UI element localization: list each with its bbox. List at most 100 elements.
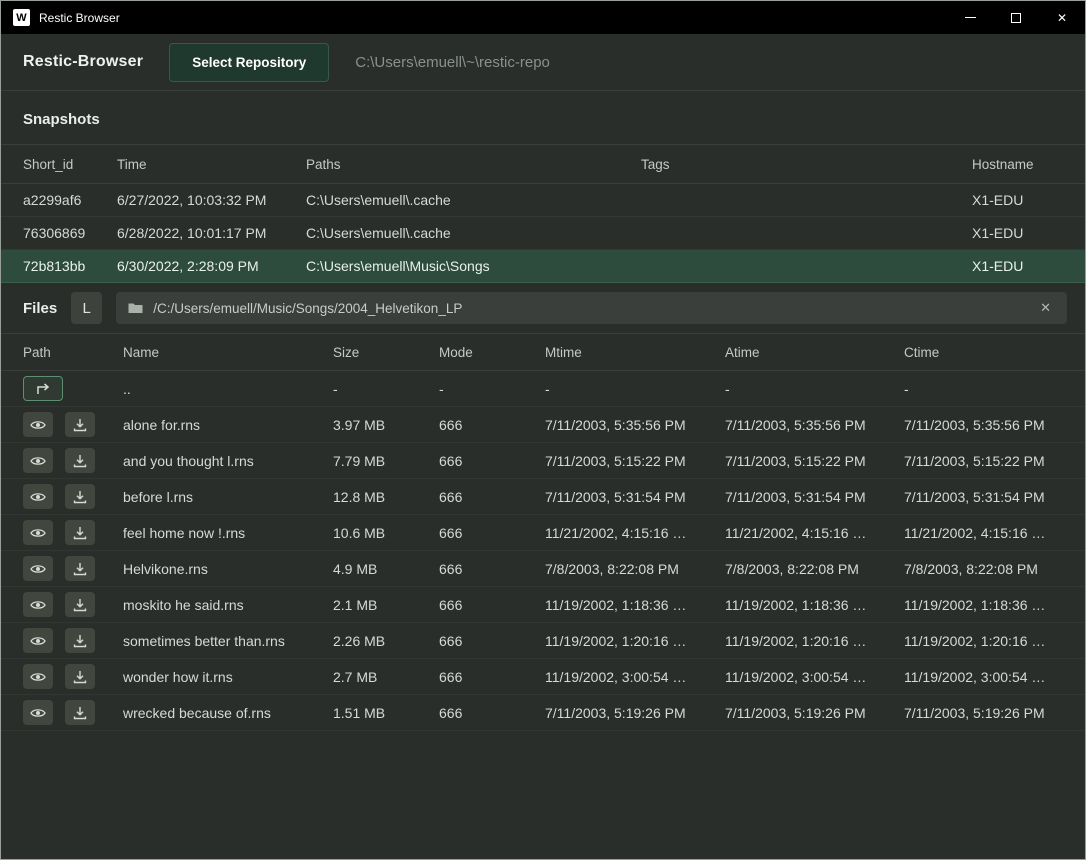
download-icon bbox=[73, 562, 87, 576]
snapshot-hostname: X1-EDU bbox=[972, 225, 1063, 241]
download-button[interactable] bbox=[65, 628, 95, 653]
column-path: Path bbox=[23, 345, 123, 360]
file-size: - bbox=[333, 381, 439, 397]
file-mtime: 11/19/2002, 1:20:16 … bbox=[545, 633, 725, 649]
eye-icon bbox=[30, 455, 46, 467]
minimize-button[interactable] bbox=[947, 1, 993, 34]
file-row[interactable]: and you thought l.rns 7.79 MB 666 7/11/2… bbox=[1, 443, 1085, 479]
preview-button[interactable] bbox=[23, 592, 53, 617]
file-row[interactable]: wonder how it.rns 2.7 MB 666 11/19/2002,… bbox=[1, 659, 1085, 695]
file-name: sometimes better than.rns bbox=[123, 633, 333, 649]
file-name: moskito he said.rns bbox=[123, 597, 333, 613]
files-bar: Files L /C:/Users/emuell/Music/Songs/200… bbox=[1, 283, 1085, 333]
preview-button[interactable] bbox=[23, 556, 53, 581]
file-atime: 11/19/2002, 1:20:16 … bbox=[725, 633, 904, 649]
file-size: 3.97 MB bbox=[333, 417, 439, 433]
download-icon bbox=[73, 706, 87, 720]
file-size: 2.7 MB bbox=[333, 669, 439, 685]
download-button[interactable] bbox=[65, 412, 95, 437]
file-name: wonder how it.rns bbox=[123, 669, 333, 685]
download-button[interactable] bbox=[65, 520, 95, 545]
file-atime: 7/11/2003, 5:35:56 PM bbox=[725, 417, 904, 433]
snapshot-short-id: a2299af6 bbox=[23, 192, 117, 208]
file-ctime: 11/19/2002, 3:00:54 … bbox=[904, 669, 1063, 685]
download-button[interactable] bbox=[65, 700, 95, 725]
maximize-icon bbox=[1011, 13, 1021, 23]
window-controls: ✕ bbox=[947, 1, 1085, 34]
file-ctime: 7/8/2003, 8:22:08 PM bbox=[904, 561, 1063, 577]
download-button[interactable] bbox=[65, 592, 95, 617]
preview-button[interactable] bbox=[23, 448, 53, 473]
file-mtime: 7/11/2003, 5:15:22 PM bbox=[545, 453, 725, 469]
snapshot-row[interactable]: 72b813bb 6/30/2022, 2:28:09 PM C:\Users\… bbox=[1, 250, 1085, 283]
download-button[interactable] bbox=[65, 448, 95, 473]
file-atime: 7/11/2003, 5:19:26 PM bbox=[725, 705, 904, 721]
app-window: W Restic Browser ✕ Restic-Browser Select… bbox=[0, 0, 1086, 860]
header: Restic-Browser Select Repository C:\User… bbox=[1, 34, 1085, 91]
files-header-row: Path Name Size Mode Mtime Atime Ctime bbox=[1, 333, 1085, 371]
file-row[interactable]: Helvikone.rns 4.9 MB 666 7/8/2003, 8:22:… bbox=[1, 551, 1085, 587]
tree-toggle-button[interactable]: L bbox=[71, 292, 102, 324]
preview-button[interactable] bbox=[23, 700, 53, 725]
file-row[interactable]: before l.rns 12.8 MB 666 7/11/2003, 5:31… bbox=[1, 479, 1085, 515]
select-repository-button[interactable]: Select Repository bbox=[169, 43, 329, 82]
file-name: .. bbox=[123, 381, 333, 397]
column-size: Size bbox=[333, 345, 439, 360]
download-button[interactable] bbox=[65, 664, 95, 689]
file-ctime: - bbox=[904, 381, 1063, 397]
preview-button[interactable] bbox=[23, 484, 53, 509]
app-title: Restic-Browser bbox=[23, 53, 143, 71]
snapshot-row[interactable]: a2299af6 6/27/2022, 10:03:32 PM C:\Users… bbox=[1, 184, 1085, 217]
preview-button[interactable] bbox=[23, 664, 53, 689]
column-short-id: Short_id bbox=[23, 157, 117, 172]
snapshot-paths: C:\Users\emuell\.cache bbox=[306, 192, 641, 208]
snapshots-header-row: Short_id Time Paths Tags Hostname bbox=[1, 144, 1085, 184]
file-mode: 666 bbox=[439, 417, 545, 433]
download-button[interactable] bbox=[65, 484, 95, 509]
file-mode: 666 bbox=[439, 489, 545, 505]
file-size: 2.1 MB bbox=[333, 597, 439, 613]
file-row[interactable]: wrecked because of.rns 1.51 MB 666 7/11/… bbox=[1, 695, 1085, 731]
preview-button[interactable] bbox=[23, 520, 53, 545]
preview-button[interactable] bbox=[23, 412, 53, 437]
column-atime: Atime bbox=[725, 345, 904, 360]
snapshot-time: 6/28/2022, 10:01:17 PM bbox=[117, 225, 306, 241]
go-up-button[interactable] bbox=[23, 376, 63, 401]
file-row[interactable]: feel home now !.rns 10.6 MB 666 11/21/20… bbox=[1, 515, 1085, 551]
clear-path-button[interactable]: ✕ bbox=[1036, 298, 1055, 318]
file-name: feel home now !.rns bbox=[123, 525, 333, 541]
file-mtime: 7/11/2003, 5:19:26 PM bbox=[545, 705, 725, 721]
up-arrow-icon bbox=[35, 383, 51, 395]
current-path-bar: /C:/Users/emuell/Music/Songs/2004_Helvet… bbox=[116, 292, 1067, 324]
eye-icon bbox=[30, 707, 46, 719]
maximize-button[interactable] bbox=[993, 1, 1039, 34]
file-row[interactable]: alone for.rns 3.97 MB 666 7/11/2003, 5:3… bbox=[1, 407, 1085, 443]
file-mtime: 7/8/2003, 8:22:08 PM bbox=[545, 561, 725, 577]
eye-icon bbox=[30, 599, 46, 611]
snapshots-title: Snapshots bbox=[23, 111, 1063, 128]
snapshot-row[interactable]: 76306869 6/28/2022, 10:01:17 PM C:\Users… bbox=[1, 217, 1085, 250]
download-icon bbox=[73, 634, 87, 648]
file-ctime: 7/11/2003, 5:15:22 PM bbox=[904, 453, 1063, 469]
file-row[interactable]: moskito he said.rns 2.1 MB 666 11/19/200… bbox=[1, 587, 1085, 623]
download-icon bbox=[73, 454, 87, 468]
file-mtime: 11/19/2002, 1:18:36 … bbox=[545, 597, 725, 613]
parent-dir-row[interactable]: .. - - - - - bbox=[1, 371, 1085, 407]
preview-button[interactable] bbox=[23, 628, 53, 653]
file-ctime: 7/11/2003, 5:35:56 PM bbox=[904, 417, 1063, 433]
column-hostname: Hostname bbox=[972, 157, 1063, 172]
files-title: Files bbox=[23, 300, 57, 317]
download-button[interactable] bbox=[65, 556, 95, 581]
snapshots-table: a2299af6 6/27/2022, 10:03:32 PM C:\Users… bbox=[1, 184, 1085, 283]
file-mode: 666 bbox=[439, 561, 545, 577]
file-atime: 7/11/2003, 5:15:22 PM bbox=[725, 453, 904, 469]
file-atime: - bbox=[725, 381, 904, 397]
file-row[interactable]: sometimes better than.rns 2.26 MB 666 11… bbox=[1, 623, 1085, 659]
file-mtime: 7/11/2003, 5:35:56 PM bbox=[545, 417, 725, 433]
file-atime: 7/11/2003, 5:31:54 PM bbox=[725, 489, 904, 505]
download-icon bbox=[73, 670, 87, 684]
file-size: 2.26 MB bbox=[333, 633, 439, 649]
eye-icon bbox=[30, 671, 46, 683]
file-ctime: 7/11/2003, 5:19:26 PM bbox=[904, 705, 1063, 721]
close-button[interactable]: ✕ bbox=[1039, 1, 1085, 34]
